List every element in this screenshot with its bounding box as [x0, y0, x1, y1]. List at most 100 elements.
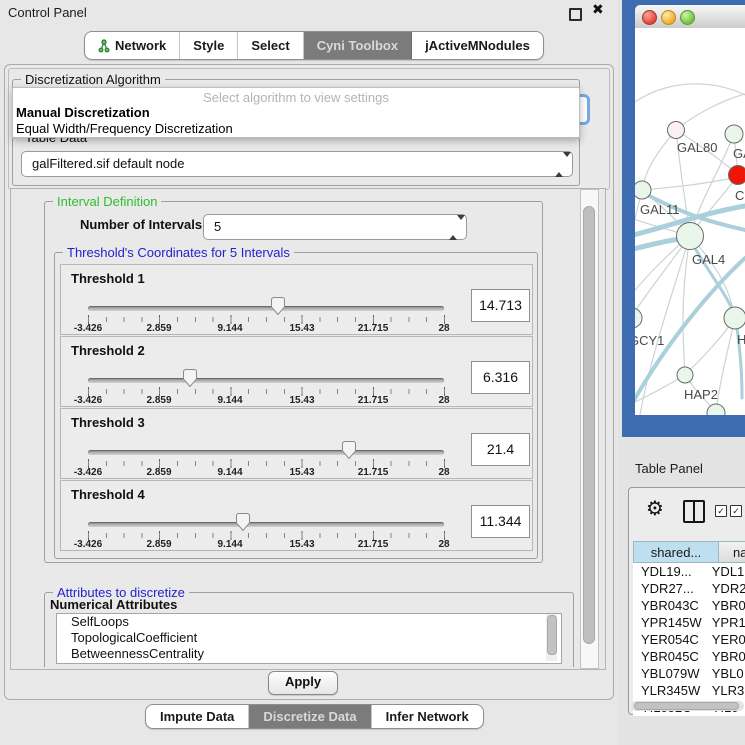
table-panel-title: Table Panel	[635, 461, 703, 476]
threshold-4-value-field[interactable]: 11.344	[471, 505, 530, 538]
node-label: H	[737, 332, 745, 347]
scrollbar-thumb[interactable]	[583, 206, 595, 644]
node-label: HAP2	[684, 387, 718, 402]
tick-label: 2.859	[134, 395, 184, 406]
tick-label: 21.715	[348, 467, 398, 478]
node-label: GAL80	[677, 140, 717, 155]
threshold-1-slider-track[interactable]	[88, 306, 444, 311]
threshold-3-slider-thumb[interactable]	[341, 440, 357, 460]
node-label: GAL11	[640, 202, 680, 217]
checkbox-icon[interactable]	[715, 505, 727, 517]
table-row[interactable]: YDL19...YDL1	[633, 563, 745, 580]
tab-impute-data[interactable]: Impute Data	[146, 705, 249, 728]
table-row[interactable]: YBR045CYBR0	[633, 648, 745, 665]
column-header-shared-name[interactable]: shared...	[633, 541, 719, 563]
tick-label: 21.715	[348, 323, 398, 334]
list-item[interactable]: BetweennessCentrality	[57, 646, 561, 662]
node-label: C	[735, 188, 744, 203]
list-item[interactable]: SelfLoops	[57, 614, 561, 630]
tab-infer-network[interactable]: Infer Network	[372, 705, 483, 728]
float-window-icon[interactable]	[569, 8, 582, 21]
threshold-1-value-field[interactable]: 14.713	[471, 289, 530, 322]
network-view-window: GAL80 GA C GAL11 GAL4 GCY1 H HAP2	[622, 0, 745, 437]
algorithm-dropdown-hint: Select algorithm to view settings	[13, 90, 579, 105]
table-row[interactable]: YLR345WYLR3	[633, 682, 745, 699]
attributes-list-scrollbar[interactable]	[546, 614, 557, 661]
gear-icon[interactable]: ⚙	[646, 498, 664, 518]
table-data-group: Table Data galFiltered.sif default node	[12, 137, 580, 186]
algorithm-option-manual[interactable]: Manual Discretization	[16, 105, 150, 120]
tick-label: 2.859	[134, 539, 184, 550]
scrollbar-thumb[interactable]	[547, 615, 557, 655]
threshold-3-label: Threshold 3	[71, 415, 145, 430]
table-row[interactable]: YPR145WYPR1	[633, 614, 745, 631]
tick-label: -3.426	[63, 467, 113, 478]
settings-vertical-scrollbar[interactable]	[580, 189, 599, 669]
tab-cyni-toolbox[interactable]: Cyni Toolbox	[304, 32, 412, 59]
tick-label: 9.144	[205, 467, 255, 478]
table-rows: YDL19...YDL1 YDR27...YDR2 YBR043CYBR0 YP…	[633, 563, 745, 716]
node-highlighted	[729, 166, 745, 185]
number-of-intervals-combobox[interactable]: 5	[203, 214, 467, 240]
table-horizontal-scrollbar[interactable]	[631, 701, 744, 711]
interval-definition-group-title: Interval Definition	[53, 194, 161, 209]
tick-label: 9.144	[205, 395, 255, 406]
algorithm-option-equal-width[interactable]: Equal Width/Frequency Discretization	[16, 121, 233, 136]
control-panel-tabbar: Network Style Select Cyni Toolbox jActiv…	[84, 31, 544, 60]
column-header-name[interactable]: na	[719, 541, 745, 563]
tab-discretize-data[interactable]: Discretize Data	[249, 705, 371, 728]
tick-label: 21.715	[348, 395, 398, 406]
minimize-traffic-light-icon[interactable]	[661, 10, 676, 25]
columns-icon[interactable]	[683, 500, 705, 523]
tab-jactivemnodules[interactable]: jActiveMNodules	[412, 32, 543, 59]
threshold-2-slider-track[interactable]	[88, 378, 444, 383]
network-window-titlebar[interactable]	[635, 5, 745, 29]
table-header-row: shared... na	[633, 541, 745, 563]
tab-select[interactable]: Select	[238, 32, 303, 59]
tick-label: -3.426	[63, 395, 113, 406]
threshold-2-label: Threshold 2	[71, 343, 145, 358]
table-row[interactable]: YDR27...YDR2	[633, 580, 745, 597]
threshold-1-row: Threshold 1 -3.426 2.859 9.144 15.43 21.…	[60, 264, 533, 335]
table-row[interactable]: YBR043CYBR0	[633, 597, 745, 614]
threshold-1-label: Threshold 1	[71, 271, 145, 286]
threshold-3-slider-track[interactable]	[88, 450, 444, 455]
threshold-1-slider-thumb[interactable]	[270, 296, 286, 316]
node-gcy1	[635, 308, 642, 328]
tick-label: 28	[419, 395, 469, 406]
tab-style[interactable]: Style	[180, 32, 238, 59]
spinner-arrows-icon	[555, 157, 564, 171]
tick-label: 9.144	[205, 323, 255, 334]
threshold-3-value-field[interactable]: 21.4	[471, 433, 530, 466]
list-item[interactable]: TopologicalCoefficient	[57, 630, 561, 646]
threshold-4-slider-track[interactable]	[88, 522, 444, 527]
numerical-attributes-list: SelfLoops TopologicalCoefficient Between…	[56, 613, 562, 664]
threshold-2-row: Threshold 2 -3.426 2.859 9.144 15.43 21.…	[60, 336, 533, 407]
table-data-combobox-value: galFiltered.sif default node	[32, 152, 184, 176]
tick-label: 15.43	[277, 323, 327, 334]
scrollbar-thumb[interactable]	[634, 702, 739, 710]
zoom-traffic-light-icon[interactable]	[680, 10, 695, 25]
control-panel-window: Control Panel ✖ Network Style Select Cyn…	[0, 0, 618, 745]
threshold-2-slider-thumb[interactable]	[182, 368, 198, 388]
checkbox-icon[interactable]	[730, 505, 742, 517]
tick-label: 15.43	[277, 395, 327, 406]
network-canvas[interactable]: GAL80 GA C GAL11 GAL4 GCY1 H HAP2	[635, 28, 745, 415]
threshold-4-slider-thumb[interactable]	[235, 512, 251, 532]
table-row[interactable]: YER054CYER0	[633, 631, 745, 648]
table-row[interactable]: YBL079WYBL0	[633, 665, 745, 682]
apply-button[interactable]: Apply	[268, 671, 338, 695]
slider-minor-ticks	[88, 317, 445, 322]
node-label: GAL4	[692, 252, 725, 267]
screenshot-root: Control Panel ✖ Network Style Select Cyn…	[0, 0, 745, 745]
network-graph: GAL80 GA C GAL11 GAL4 GCY1 H HAP2	[635, 28, 745, 415]
tab-network[interactable]: Network	[85, 32, 180, 59]
tick-label: 28	[419, 323, 469, 334]
control-panel-title: Control Panel	[8, 5, 87, 20]
close-traffic-light-icon[interactable]	[642, 10, 657, 25]
close-icon[interactable]: ✖	[592, 2, 604, 18]
cyni-bottom-tabbar: Impute Data Discretize Data Infer Networ…	[145, 704, 484, 729]
threshold-2-value-field[interactable]: 6.316	[471, 361, 530, 394]
slider-minor-ticks	[88, 533, 445, 538]
table-data-combobox[interactable]: galFiltered.sif default node	[21, 151, 573, 177]
